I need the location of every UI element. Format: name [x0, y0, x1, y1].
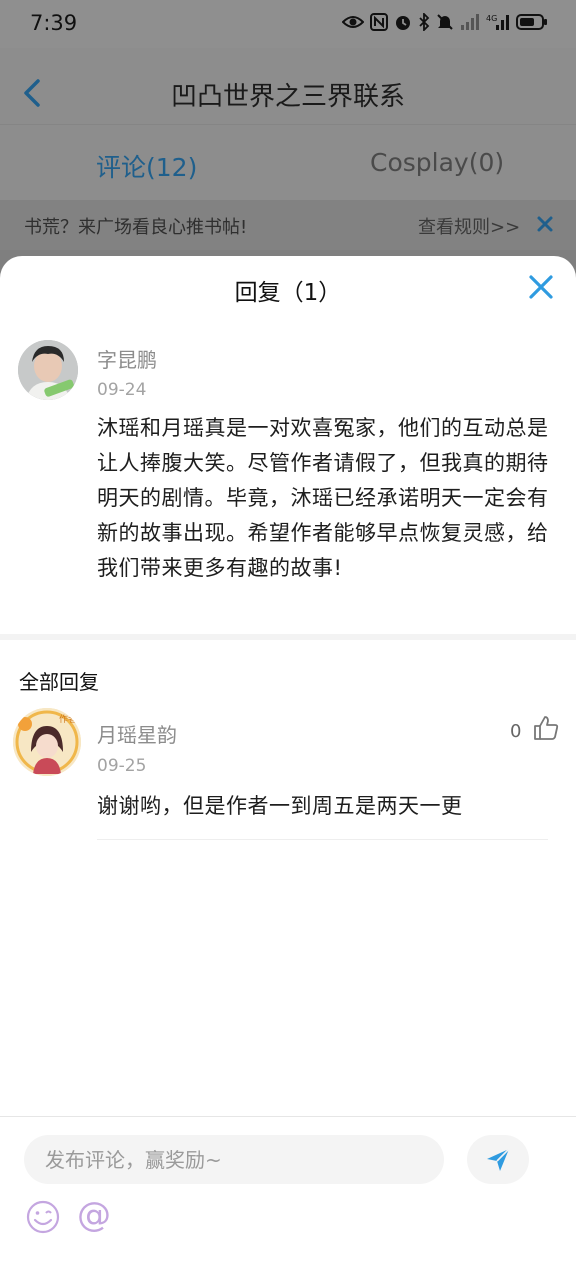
reply-item: 作者 月瑶星韵 09-25 谢谢哟，但是作者一到周五是两天一更 0 — [0, 701, 576, 841]
comment-input[interactable] — [24, 1135, 444, 1184]
comment-username[interactable]: 字昆鹏 — [97, 344, 157, 373]
signal-4g-icon: 4G — [486, 14, 509, 30]
bluetooth-icon — [419, 13, 430, 31]
emoji-icon[interactable] — [25, 1199, 61, 1235]
status-bar: 7:39 4G — [0, 0, 576, 48]
avatar-image — [18, 340, 78, 400]
svg-text:4G: 4G — [486, 14, 497, 23]
tab-comments[interactable]: 评论(12) — [96, 148, 197, 184]
close-icon[interactable] — [528, 274, 554, 300]
avatar[interactable] — [18, 340, 78, 400]
tab-cosplay[interactable]: Cosplay(0) — [370, 148, 504, 177]
signal-icon — [461, 14, 479, 30]
send-button[interactable] — [467, 1135, 529, 1184]
avatar-image: 作者 — [13, 708, 81, 776]
page-title: 凹凸世界之三界联系 — [170, 82, 405, 112]
sheet-title: 回复（1） — [234, 280, 342, 306]
composer-bar: @ — [0, 1116, 576, 1280]
like-count: 0 — [510, 721, 522, 742]
reply-text: 谢谢哟，但是作者一到周五是两天一更 — [97, 794, 463, 818]
mute-icon — [437, 14, 453, 30]
comment-date: 09-24 — [97, 380, 147, 400]
comment-body: 沐瑶和月瑶真是一对欢喜冤家，他们的互动总是让人捧腹大笑。尽管作者请假了，但我真的… — [97, 416, 549, 580]
mention-button[interactable]: @ — [77, 1195, 111, 1235]
battery-icon — [516, 14, 547, 30]
header-divider — [0, 124, 576, 125]
reply-divider — [97, 839, 548, 840]
all-replies-heading: 全部回复 — [19, 670, 99, 694]
notice-text[interactable]: 书荒？来广场看良心推书帖! — [24, 213, 247, 239]
nfc-icon — [370, 13, 388, 31]
thumbs-up-icon[interactable] — [533, 715, 559, 741]
notice-rules-link[interactable]: 查看规则>> — [418, 213, 520, 239]
alarm-icon — [396, 16, 410, 30]
reply-date: 09-25 — [97, 756, 147, 776]
svg-text:作者: 作者 — [59, 713, 77, 725]
reply-username[interactable]: 月瑶星韵 — [97, 719, 177, 748]
notice-close-icon[interactable] — [535, 214, 555, 234]
avatar[interactable]: 作者 — [13, 708, 81, 776]
status-icons: 4G — [342, 13, 548, 31]
section-divider — [0, 634, 576, 640]
status-time: 7:39 — [30, 11, 78, 35]
send-icon — [487, 1147, 510, 1171]
eye-icon — [342, 16, 364, 28]
